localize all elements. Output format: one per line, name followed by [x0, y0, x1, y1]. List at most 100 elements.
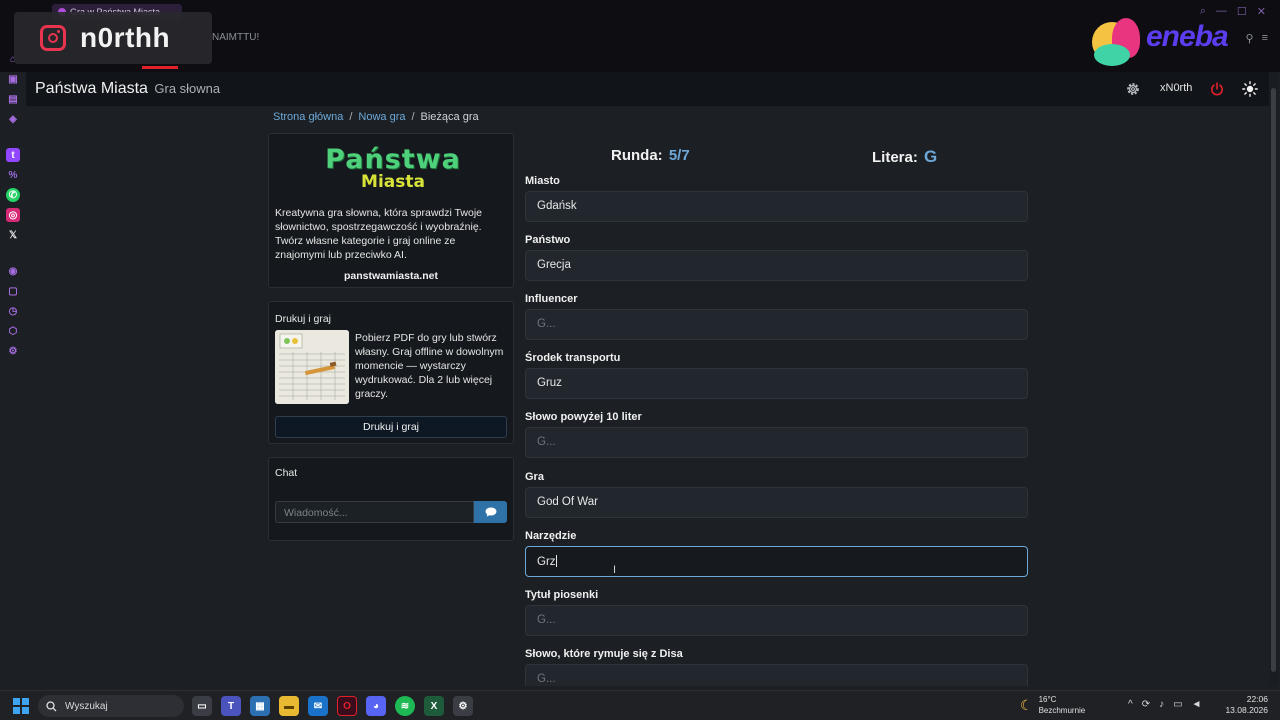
chevron-up-icon[interactable]: ^	[1128, 699, 1133, 710]
breadcrumb-new-game[interactable]: Nowa gra	[358, 111, 405, 123]
theme-toggle-sun-icon[interactable]	[1242, 81, 1258, 97]
whatsapp-icon[interactable]: ✆	[6, 188, 20, 202]
username[interactable]: xN0rth	[1160, 82, 1192, 94]
print-description: Pobierz PDF do gry lub stwórz własny. Gr…	[355, 332, 504, 400]
field-input-gra[interactable]: God Of War	[525, 487, 1028, 518]
field-label-narzedzie: Narzędzie	[525, 530, 577, 542]
x-icon[interactable]: 𝕏	[6, 228, 20, 242]
field-input-narzedzie-value: Grz	[537, 556, 556, 568]
field-label-rym-disa: Słowo, które rymuje się z Disa	[525, 648, 683, 660]
i-beam-cursor-icon: I	[613, 564, 617, 576]
field-input-influencer[interactable]: G...	[525, 309, 1028, 340]
brand-subtitle: Gra słowna	[154, 81, 221, 96]
breadcrumb-home[interactable]: Strona główna	[273, 111, 343, 123]
print-card: Drukuj i graj Pobierz PDF do gry lub stw…	[268, 301, 514, 444]
steam-icon[interactable]: ⚙	[453, 696, 473, 716]
field-input-tytul-piosenki[interactable]: G...	[525, 605, 1028, 636]
round-indicator: Runda: 5/7	[611, 147, 690, 164]
volume-icon[interactable]: ◄	[1192, 699, 1202, 710]
chat-message-input[interactable]: Wiadomość...	[275, 501, 474, 523]
teams-icon[interactable]: T	[221, 696, 241, 716]
letter-label: Litera:	[872, 149, 918, 166]
page-scrollbar[interactable]	[1269, 72, 1278, 686]
field-input-rym-disa[interactable]: G...	[525, 664, 1028, 686]
twitch-icon[interactable]: t	[6, 148, 20, 162]
moon-icon: ☾	[1020, 696, 1033, 713]
round-label: Runda:	[611, 147, 663, 164]
text-caret	[555, 555, 557, 567]
brand-title: Państwa Miasta	[35, 80, 148, 97]
field-input-narzedzie[interactable]: Grz	[525, 546, 1028, 577]
player-icon[interactable]: ◉	[6, 264, 20, 278]
discord-icon[interactable]: ◕	[366, 696, 386, 716]
notes-icon[interactable]: ▢	[6, 284, 20, 298]
letter-value: G	[924, 147, 938, 166]
instagram-logo-icon	[40, 25, 66, 51]
game-logo: Państwa Miasta	[321, 146, 465, 191]
messenger-icon[interactable]: ◈	[6, 112, 20, 126]
field-label-gra: Gra	[525, 471, 544, 483]
taskbar-apps: ▭ T ▦ ▬ ✉ O ◕ ≋ X ⚙	[192, 696, 473, 716]
chat-send-button[interactable]	[474, 501, 507, 523]
print-sheet-thumbnail	[275, 330, 349, 404]
print-title: Drukuj i graj	[275, 313, 332, 325]
app-brand[interactable]: Państwa Miasta Gra słowna	[35, 80, 220, 98]
history-icon[interactable]: ◷	[6, 304, 20, 318]
logo-bottom-text: Miasta	[361, 172, 425, 192]
field-input-panstwo[interactable]: Grecja	[525, 250, 1028, 281]
print-and-play-button[interactable]: Drukuj i graj	[275, 416, 507, 438]
bag-icon[interactable]: ▣	[6, 72, 20, 86]
field-label-srodek-transportu: Środek transportu	[525, 352, 621, 364]
weather-condition: Bezchmurnie	[1038, 706, 1086, 715]
about-card: Państwa Miasta Kreatywna gra słowna, któ…	[268, 133, 514, 288]
instagram-handle: n0rthh	[80, 22, 171, 53]
chat-bubble-icon	[485, 507, 496, 517]
store-icon[interactable]: ▦	[250, 696, 270, 716]
field-label-tytul-piosenki: Tytuł piosenki	[525, 589, 599, 601]
excel-icon[interactable]: X	[424, 696, 444, 716]
weather-widget[interactable]: ☾ 16°C Bezchmurnie	[1020, 694, 1085, 716]
windows-taskbar: Wyszukaj ▭ T ▦ ▬ ✉ O ◕ ≋ X ⚙ ☾ 16°C Bezc…	[0, 690, 1280, 720]
breadcrumb-separator: /	[411, 111, 415, 123]
app-header: Państwa Miasta Gra słowna xN0rth	[26, 72, 1270, 106]
logo-top-text: Państwa	[325, 144, 461, 175]
weather-temperature: 16°C	[1038, 695, 1057, 704]
taskbar-clock[interactable]: 22:06 13.08.2026	[1222, 694, 1268, 716]
settings-gear-icon[interactable]	[1125, 81, 1141, 97]
extensions-icon[interactable]: ⬡	[6, 324, 20, 338]
field-input-srodek-transportu[interactable]: Gruz	[525, 368, 1028, 399]
field-input-slowo-10-liter[interactable]: G...	[525, 427, 1028, 458]
clock-time: 22:06	[1246, 694, 1268, 704]
scrollbar-thumb[interactable]	[1271, 88, 1276, 672]
eneba-wordmark: eneba	[1146, 20, 1229, 53]
opera-gx-icon[interactable]: O	[337, 696, 357, 716]
chat-card: Chat Wiadomość...	[268, 457, 514, 541]
system-tray: ^ ⟳ ♪ ▭ ◄	[1128, 699, 1201, 710]
field-label-panstwo: Państwo	[525, 234, 571, 246]
network-icon[interactable]: ▭	[1173, 699, 1182, 710]
address-bar-fragment[interactable]: NAIMTTU!	[212, 32, 259, 43]
round-value: 5/7	[668, 147, 690, 164]
breadcrumb: Strona główna / Nowa gra / Bieżąca gra	[273, 111, 479, 123]
bookmarks-icon[interactable]: ▤	[6, 92, 20, 106]
eneba-logo: eneba	[1090, 14, 1266, 72]
percent-icon[interactable]: %	[6, 168, 20, 182]
tab-underline	[142, 66, 178, 69]
spotify-icon[interactable]: ≋	[395, 696, 415, 716]
task-view-icon[interactable]: ▭	[192, 696, 212, 716]
field-label-slowo-10-liter: Słowo powyżej 10 liter	[525, 411, 642, 423]
file-explorer-icon[interactable]: ▬	[279, 696, 299, 716]
sync-icon[interactable]: ⟳	[1142, 699, 1150, 710]
logout-power-icon[interactable]	[1209, 81, 1225, 97]
field-input-miasto[interactable]: Gdańsk	[525, 191, 1028, 222]
microphone-icon[interactable]: ♪	[1159, 699, 1164, 710]
taskbar-search-label: Wyszukaj	[65, 700, 108, 712]
windows-start-icon[interactable]	[13, 698, 29, 714]
letter-indicator: Litera: G	[872, 147, 937, 167]
site-link[interactable]: panstwamiasta.net	[269, 270, 513, 282]
instagram-icon[interactable]: ◎	[6, 208, 20, 222]
settings-icon[interactable]: ⚙	[6, 344, 20, 358]
taskbar-search[interactable]: Wyszukaj	[38, 695, 184, 717]
mail-icon[interactable]: ✉	[308, 696, 328, 716]
breadcrumb-current: Bieżąca gra	[420, 111, 479, 123]
